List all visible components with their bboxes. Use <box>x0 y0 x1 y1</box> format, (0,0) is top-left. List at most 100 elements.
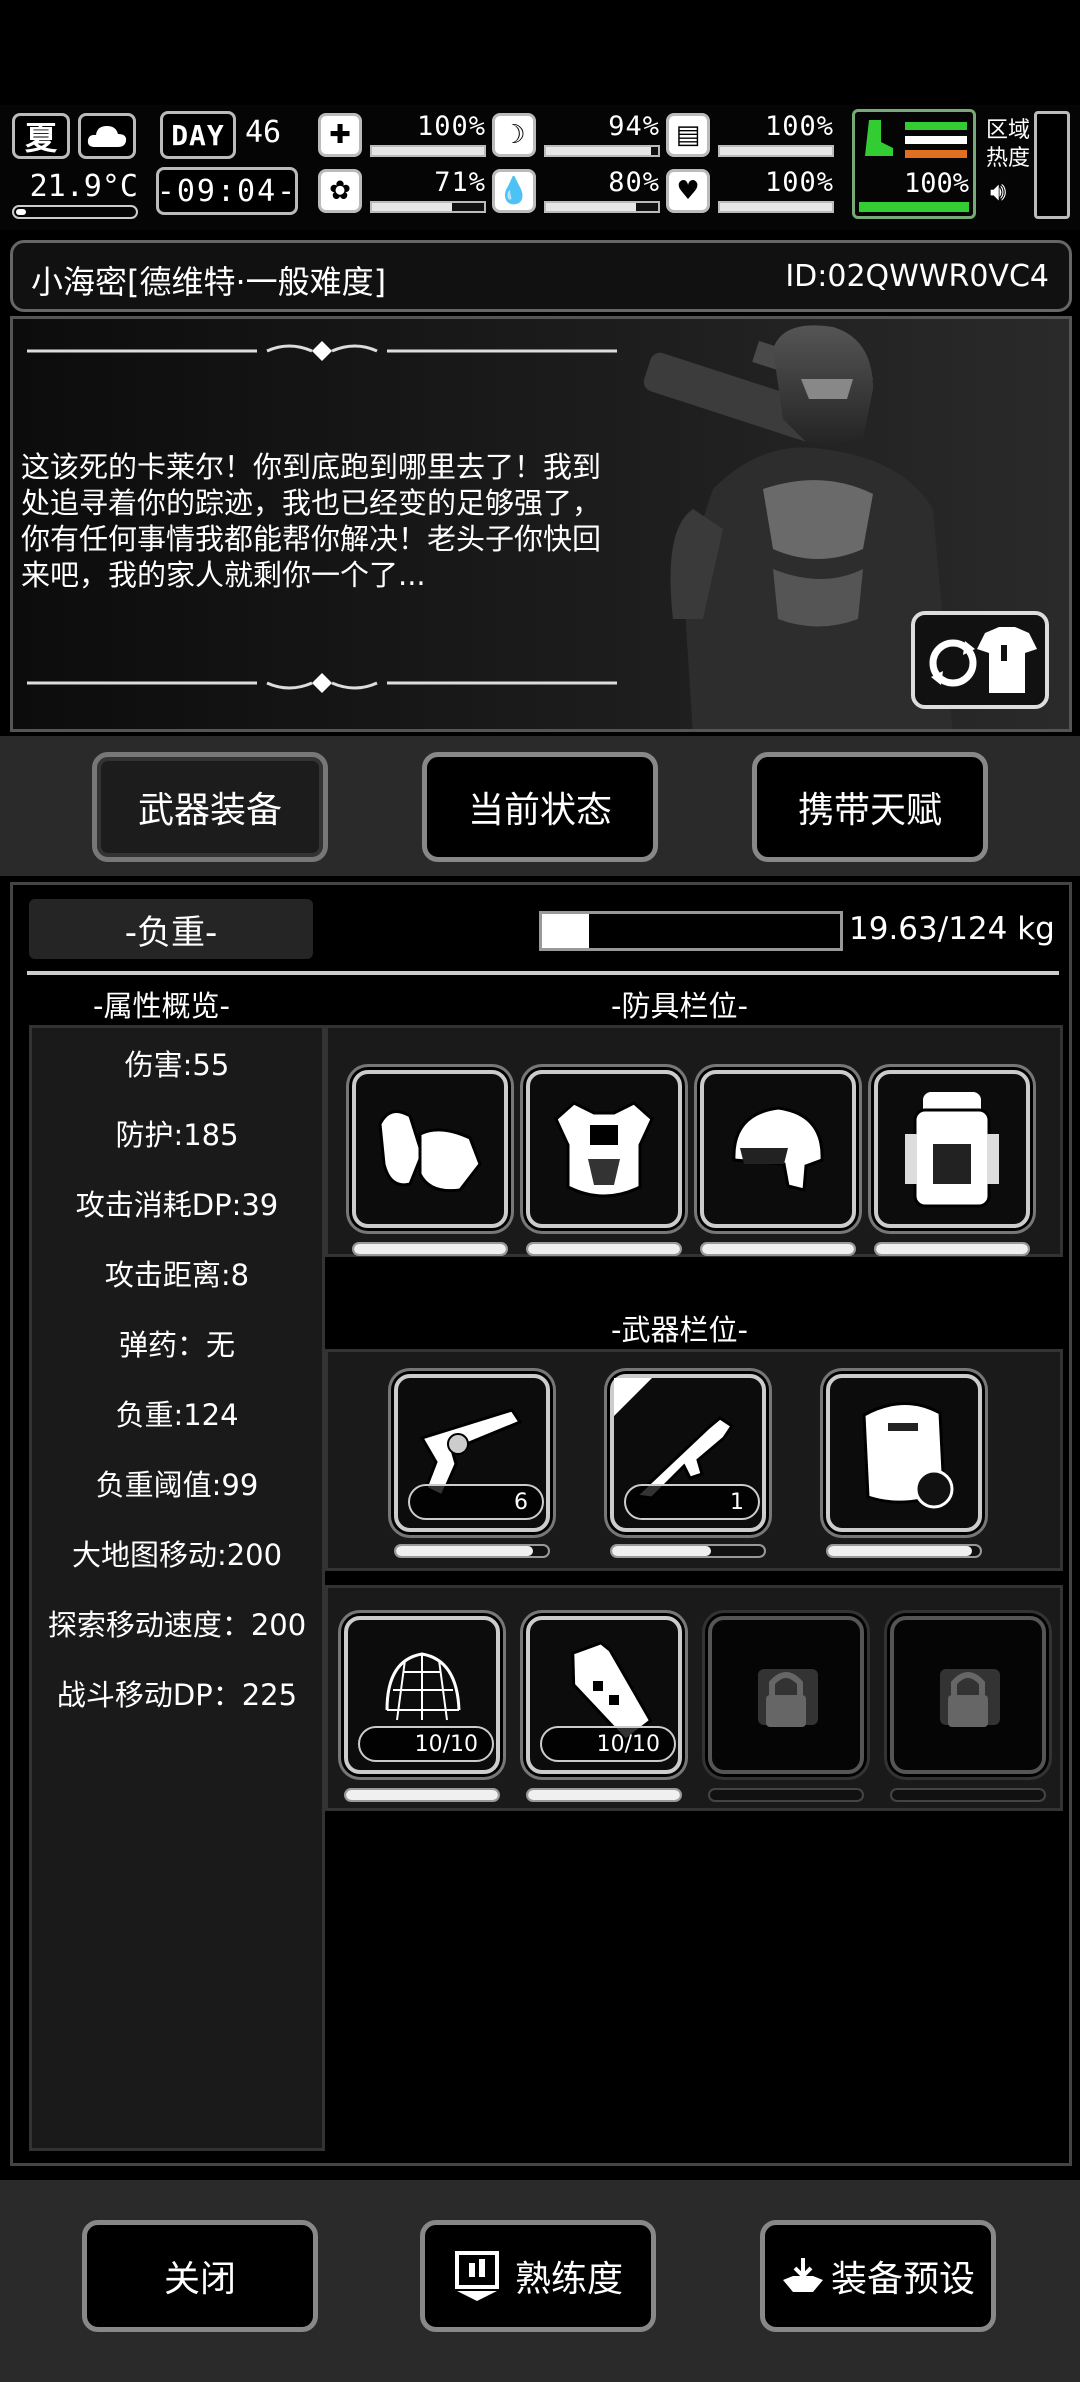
proficiency-button[interactable]: 熟练度 <box>420 2220 656 2332</box>
sanity-stat: ✿ 71% <box>318 165 488 217</box>
weight-bar <box>539 911 843 951</box>
zone-heat-label: 区域 热度 <box>986 118 1031 171</box>
equipment-preset-button[interactable]: 装备预设 <box>760 2220 996 2332</box>
character-name: 小海密[德维特·一般难度] <box>31 263 387 301</box>
attribute-overview: 伤害:55 防护:185 攻击消耗DP:39 攻击距离:8 弹药：无 负重:12… <box>29 1025 325 2151</box>
weight-readout: 19.63/124 kg <box>849 911 1055 947</box>
attr-item: 探索移动速度：200 <box>47 1608 307 1642</box>
attr-item: 攻击距离:8 <box>104 1258 250 1292</box>
preset-icon <box>782 2258 823 2292</box>
temperature-readout: 21.9°C <box>29 169 138 204</box>
character-portrait-panel: 这该死的卡莱尔！你到底跑到哪里去了！我到处追寻着你的踪迹，我也已经变的足够强了，… <box>10 316 1072 732</box>
gloves-icon <box>378 1110 482 1193</box>
swap-outfit-icon <box>929 627 1037 693</box>
tab-weapons-equipment[interactable]: 武器装备 <box>92 752 328 862</box>
health-value: 100% <box>416 111 486 142</box>
season-indicator: 夏 <box>12 113 70 159</box>
speaker-icon[interactable]: 🔊︎ <box>990 177 1006 208</box>
tab-current-status[interactable]: 当前状态 <box>422 752 658 862</box>
status-hud: 夏 21.9°C DAY 46 -09:04- ✚ 100% ☽ 94% ▤ 1… <box>0 105 1080 230</box>
season-label: 夏 <box>24 119 57 157</box>
thirst-stat: 💧 80% <box>492 165 662 217</box>
attr-item: 负重阈值:99 <box>95 1468 259 1502</box>
attr-item: 负重:124 <box>115 1398 239 1432</box>
lock-icon <box>940 1669 1000 1727</box>
divider <box>27 971 1059 975</box>
mood-stat: ♥ 100% <box>666 165 836 217</box>
boot-icon <box>861 118 895 158</box>
character-id: ID:02QWWR0VC4 <box>785 259 1049 294</box>
health-stat: ✚ 100% <box>318 109 488 161</box>
helmet-icon <box>732 1106 824 1192</box>
thirst-value: 80% <box>608 167 660 198</box>
day-label: DAY <box>160 111 236 159</box>
day-number: 46 <box>245 115 282 150</box>
ornament-divider <box>27 673 617 693</box>
proficiency-icon <box>454 2251 499 2301</box>
ammo-count: 6 <box>514 1489 528 1515</box>
armor-title: -防具栏位- <box>611 989 748 1023</box>
gloves-slot[interactable] <box>352 1070 508 1228</box>
ornament-divider <box>27 341 617 361</box>
close-button[interactable]: 关闭 <box>82 2220 318 2332</box>
grenade-slot[interactable]: 10/10 <box>526 1616 682 1774</box>
close-label: 关闭 <box>163 2259 236 2300</box>
body-armor-slot[interactable] <box>526 1070 682 1228</box>
stamina-panel: 100% <box>852 109 976 219</box>
mood-value: 100% <box>764 167 834 198</box>
lock-icon <box>758 1669 818 1727</box>
corner-mark <box>614 1378 652 1416</box>
tab-bar: 武器装备 当前状态 携带天赋 <box>0 736 1080 876</box>
ammo-count: 1 <box>730 1489 744 1515</box>
swap-outfit-button[interactable] <box>911 611 1049 709</box>
hunger-stat: ☽ 94% <box>492 109 662 161</box>
cloud-icon <box>78 113 136 159</box>
smg-slot[interactable]: 1 <box>610 1374 766 1532</box>
clock-readout: -09:04- <box>156 167 298 215</box>
sanity-value: 71% <box>434 167 486 198</box>
energy-value: 100% <box>764 111 834 142</box>
story-text: 这该死的卡莱尔！你到底跑到哪里去了！我到处追寻着你的踪迹，我也已经变的足够强了，… <box>21 450 602 592</box>
weapon-title: -武器栏位- <box>611 1313 748 1347</box>
equipment-panel: -负重- 19.63/124 kg -属性概览- 伤害:55 防护:185 攻击… <box>10 882 1072 2166</box>
battery-icon: ▤ <box>666 113 710 157</box>
item-slots-panel: 10/10 10/10 <box>325 1585 1063 1811</box>
weight-title: -负重- <box>29 899 313 959</box>
revolver-slot[interactable]: 6 <box>394 1374 550 1532</box>
attr-item: 伤害:55 <box>124 1048 230 1082</box>
medkit-icon: ✚ <box>318 113 362 157</box>
item-count: 10/10 <box>414 1731 478 1757</box>
locked-slot[interactable] <box>708 1616 864 1774</box>
backpack-slot[interactable] <box>874 1070 1030 1228</box>
ammo-badge: 6 <box>408 1484 544 1520</box>
proficiency-label: 熟练度 <box>514 2259 623 2300</box>
energy-stat: ▤ 100% <box>666 109 836 161</box>
stomach-icon: ☽ <box>492 113 536 157</box>
item-count: 10/10 <box>596 1731 660 1757</box>
ammo-badge: 1 <box>624 1484 760 1520</box>
tab-carried-talents[interactable]: 携带天赋 <box>752 752 988 862</box>
attr-item: 攻击消耗DP:39 <box>75 1188 279 1222</box>
brain-icon: ✿ <box>318 169 362 213</box>
riot-shield-icon <box>862 1402 954 1509</box>
count-badge: 10/10 <box>540 1726 676 1762</box>
character-header: 小海密[德维特·一般难度] ID:02QWWR0VC4 <box>10 240 1072 312</box>
heart-icon: ♥ <box>666 169 710 213</box>
water-drop-icon: 💧 <box>492 169 536 213</box>
attr-item: 弹药：无 <box>118 1328 235 1362</box>
attr-item: 战斗移动DP：225 <box>56 1678 298 1712</box>
temperature-bar <box>12 205 138 219</box>
attrs-title: -属性概览- <box>93 989 230 1023</box>
shield-slot[interactable] <box>826 1374 982 1532</box>
helmet-slot[interactable] <box>700 1070 856 1228</box>
net-slot[interactable]: 10/10 <box>344 1616 500 1774</box>
preset-label: 装备预设 <box>830 2259 975 2300</box>
locked-slot[interactable] <box>890 1616 1046 1774</box>
hunger-value: 94% <box>608 111 660 142</box>
count-badge: 10/10 <box>358 1726 494 1762</box>
backpack-icon <box>905 1092 999 1208</box>
attr-item: 大地图移动:200 <box>71 1538 283 1572</box>
weapon-slots-panel: 6 1 <box>325 1349 1063 1571</box>
body-armor-icon <box>554 1101 654 1198</box>
attr-item: 防护:185 <box>115 1118 239 1152</box>
